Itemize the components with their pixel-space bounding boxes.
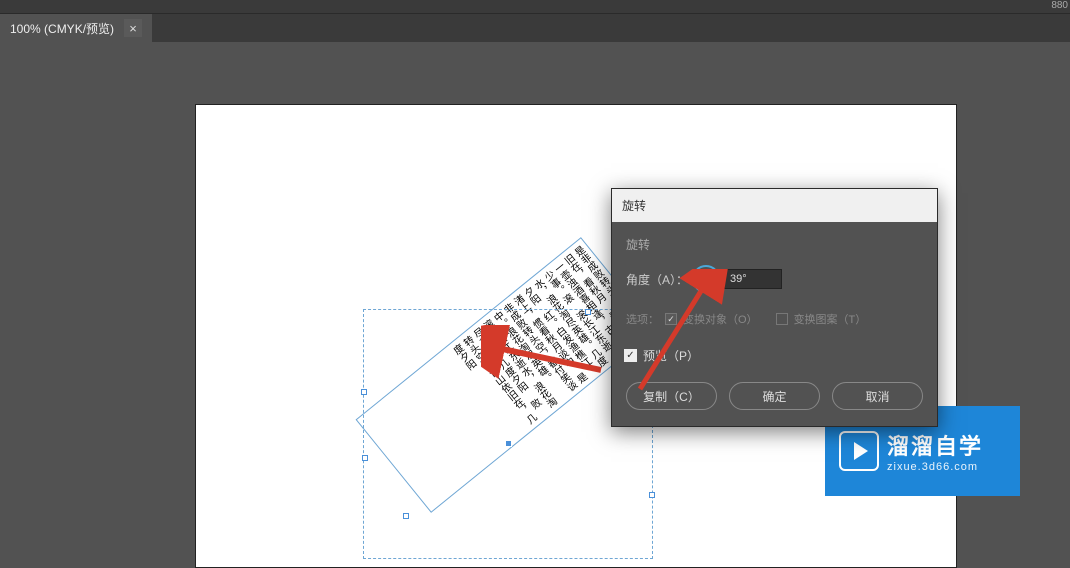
preview-checkbox[interactable] bbox=[624, 349, 637, 362]
options-label: 选项： bbox=[626, 311, 659, 327]
copy-button[interactable]: 复制（C） bbox=[626, 382, 717, 410]
selection-handle[interactable] bbox=[649, 492, 655, 498]
doc-tab-label: 100% (CMYK/预览) bbox=[10, 20, 114, 37]
ok-button[interactable]: 确定 bbox=[729, 382, 820, 410]
angle-label: 角度（A）： bbox=[626, 271, 688, 288]
document-tab-bar: 100% (CMYK/预览) × bbox=[0, 14, 1070, 42]
transform-objects-checkbox[interactable] bbox=[665, 313, 677, 325]
rotate-dialog: 旋转 旋转 角度（A）： 选项： 变换对象（O） 变换图案（T） 预览（P） 复… bbox=[611, 188, 938, 427]
close-icon[interactable]: × bbox=[124, 19, 142, 37]
watermark-url: zixue.3d66.com bbox=[887, 461, 983, 473]
selection-handle[interactable] bbox=[585, 309, 591, 315]
top-toolbar bbox=[0, 0, 1070, 14]
selection-handle[interactable] bbox=[361, 389, 367, 395]
ruler-value: 880 bbox=[1051, 0, 1068, 11]
document-tab[interactable]: 100% (CMYK/预览) × bbox=[0, 14, 152, 42]
play-icon bbox=[839, 431, 879, 471]
selection-handle[interactable] bbox=[403, 513, 409, 519]
dialog-title[interactable]: 旋转 bbox=[612, 189, 937, 222]
rotate-section-label: 旋转 bbox=[626, 236, 923, 253]
transform-patterns-label: 变换图案（T） bbox=[794, 311, 867, 327]
preview-label: 预览（P） bbox=[643, 347, 699, 364]
cancel-button[interactable]: 取消 bbox=[832, 382, 923, 410]
angle-dial[interactable] bbox=[692, 265, 720, 293]
transform-patterns-checkbox[interactable] bbox=[776, 313, 788, 325]
selection-handle[interactable] bbox=[362, 455, 368, 461]
angle-input[interactable] bbox=[724, 269, 782, 289]
transform-objects-label: 变换对象（O） bbox=[683, 311, 758, 327]
text-content: 是非成败转头空，青山依旧在，看秋月 春风。一壶浊酒喜相逢，古今多少事。滚 滚长江… bbox=[363, 244, 650, 506]
watermark-title: 溜溜自学 bbox=[887, 429, 983, 461]
selection-center-handle[interactable] bbox=[505, 440, 512, 447]
